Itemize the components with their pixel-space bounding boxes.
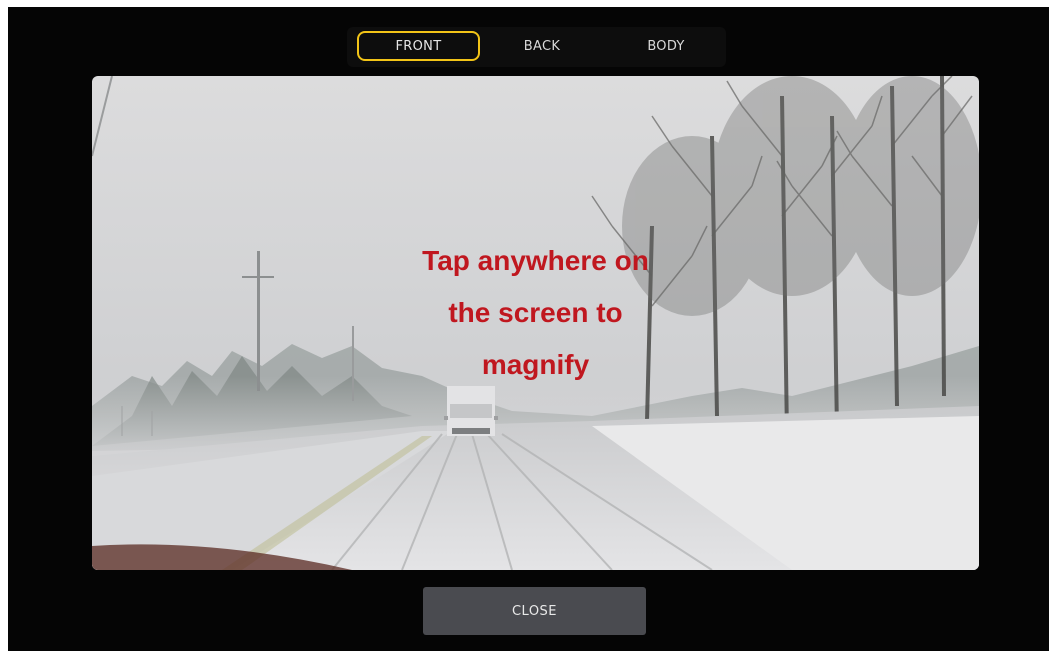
hint-line-2: the screen to xyxy=(448,297,623,328)
tab-front[interactable]: FRONT xyxy=(357,31,480,61)
magnify-hint: Tap anywhere on the screen to magnify xyxy=(92,235,979,391)
camera-tabs: FRONT BACK BODY xyxy=(347,27,726,67)
close-button[interactable]: CLOSE xyxy=(423,587,646,635)
hint-line-3: magnify xyxy=(481,349,590,380)
camera-image-viewer[interactable]: Tap anywhere on the screen to magnify xyxy=(92,76,979,570)
camera-modal: FRONT BACK BODY Tap anywhere on the scre… xyxy=(8,7,1049,651)
hint-line-1: Tap anywhere on xyxy=(422,245,649,276)
tab-body[interactable]: BODY xyxy=(605,31,727,61)
tab-back[interactable]: BACK xyxy=(481,31,603,61)
